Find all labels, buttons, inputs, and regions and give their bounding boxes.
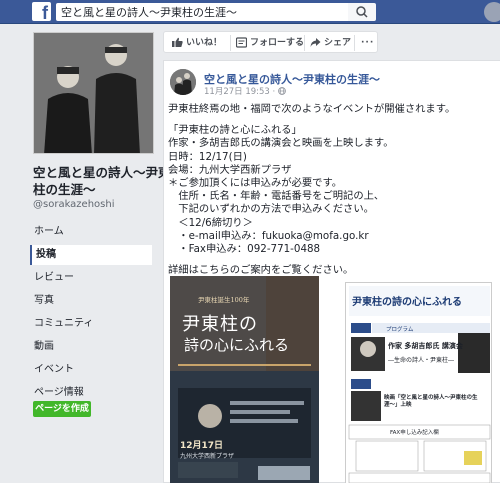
post-line: 住所・氏名・年齢・電話番号をご明記の上、 xyxy=(168,190,385,203)
post-line: 下記のいずれかの方法で申込みください。 xyxy=(168,203,374,216)
post-line: 尹東柱終焉の地・福岡で次のようなイベントが開催されます。 xyxy=(168,103,456,115)
top-navigation-bar: f xyxy=(0,0,500,24)
post-line: ・Fax申込み：092-771-0488 xyxy=(168,243,321,256)
post-line: ・e-mail申込み：fukuoka@mofa.go.kr xyxy=(168,229,369,242)
nav-item-events[interactable]: イベント xyxy=(30,360,152,380)
page-name[interactable]: 空と風と星の詩人〜尹東柱の生涯〜 xyxy=(33,164,173,198)
flyer-title-line2: 詩の心にふれる xyxy=(184,336,290,354)
flyer-date: 12月17日 xyxy=(180,441,224,451)
flyer-form-label: FAX申し込み記入欄 xyxy=(390,430,439,436)
page-action-bar: いいね！ フォローする シェア ··· xyxy=(163,31,378,53)
nav-item-home[interactable]: ホーム xyxy=(30,222,152,242)
nav-item-videos[interactable]: 動画 xyxy=(30,337,152,357)
post-line: ＊ご参加頂くには申込みが必要です。 xyxy=(168,177,343,190)
post-author-avatar[interactable] xyxy=(170,69,196,95)
search-icon xyxy=(356,6,368,18)
search-input[interactable] xyxy=(56,3,318,21)
event-flyer-image-1[interactable]: 尹東柱誕生100年 尹東柱の 詩の心にふれる 12月17日 九州大学西新プラザ xyxy=(170,276,319,483)
page-handle[interactable]: @sorakazehoshi xyxy=(33,199,115,210)
post-card: 空と風と星の詩人〜尹東柱の生涯〜 11月27日 19:53 · 尹東柱終焉の地・… xyxy=(163,60,500,483)
search-button[interactable] xyxy=(348,3,376,21)
flyer-venue: 九州大学西新プラザ xyxy=(180,453,235,460)
nav-item-about[interactable]: ページ情報 xyxy=(30,383,152,403)
like-button[interactable]: いいね！ xyxy=(186,36,222,50)
post-line: 作家・多胡吉郎氏の講演会と映画を上映します。 xyxy=(168,137,394,150)
flyer-speaker: 作家 多胡吉郎氏 講演会 xyxy=(388,342,463,350)
nav-item-community[interactable]: コミュニティ xyxy=(30,314,152,334)
flyer-program-label: プログラム xyxy=(386,327,414,333)
post-line: 「尹東柱の詩と心にふれる」 xyxy=(168,124,302,137)
divider xyxy=(230,35,231,51)
globe-icon xyxy=(278,87,286,95)
follow-button[interactable]: フォローする xyxy=(250,36,304,50)
divider xyxy=(354,35,355,51)
post-text: 尹東柱終焉の地・福岡で次のようなイベントが開催されます。 「尹東柱の詩と心にふれ… xyxy=(168,103,498,277)
event-flyer-image-2[interactable]: 尹東柱の詩の心にふれる プログラム 作家 多胡吉郎氏 講演会 ―生命の詩人・尹東… xyxy=(345,282,492,483)
follow-icon xyxy=(236,37,247,48)
facebook-logo-icon[interactable]: f xyxy=(32,2,51,21)
divider xyxy=(304,35,305,51)
flyer-lecture-title: ―生命の詩人・尹東柱― xyxy=(388,357,455,364)
post-timestamp[interactable]: 11月27日 19:53 · xyxy=(204,85,286,97)
flyer-title: 尹東柱の詩の心にふれる xyxy=(352,297,462,308)
nav-item-reviews[interactable]: レビュー xyxy=(30,268,152,288)
post-time-text: 11月27日 19:53 · xyxy=(204,87,278,97)
nav-item-photos[interactable]: 写真 xyxy=(30,291,152,311)
flyer-tag: 尹東柱誕生100年 xyxy=(198,296,250,304)
flyer-film-title: 映画「空と風と星の詩人〜尹東柱の生涯〜」上映 xyxy=(384,395,478,408)
nav-item-posts[interactable]: 投稿 xyxy=(30,245,152,265)
share-icon xyxy=(310,38,321,47)
flyer-title-line1: 尹東柱の xyxy=(182,314,258,335)
more-options-button[interactable]: ··· xyxy=(361,36,374,50)
flyer-graphics xyxy=(346,283,491,483)
share-button[interactable]: シェア xyxy=(324,36,351,50)
author-avatar-image xyxy=(170,69,196,95)
create-page-button[interactable]: ページを作成 xyxy=(33,401,91,417)
profile-photo-image xyxy=(34,33,153,153)
post-line: ＜12/6締切り＞ xyxy=(168,216,253,229)
thumbs-up-icon xyxy=(172,37,183,47)
post-line: 会場：九州大学西新プラザ xyxy=(168,163,292,176)
page-navigation: ホーム 投稿 レビュー 写真 コミュニティ 動画 イベント ページ情報 xyxy=(30,222,152,406)
post-line: 日時：12/17(日) xyxy=(168,150,247,163)
user-avatar[interactable] xyxy=(484,2,500,22)
search-box xyxy=(56,3,348,21)
page-profile-picture[interactable] xyxy=(33,32,154,154)
